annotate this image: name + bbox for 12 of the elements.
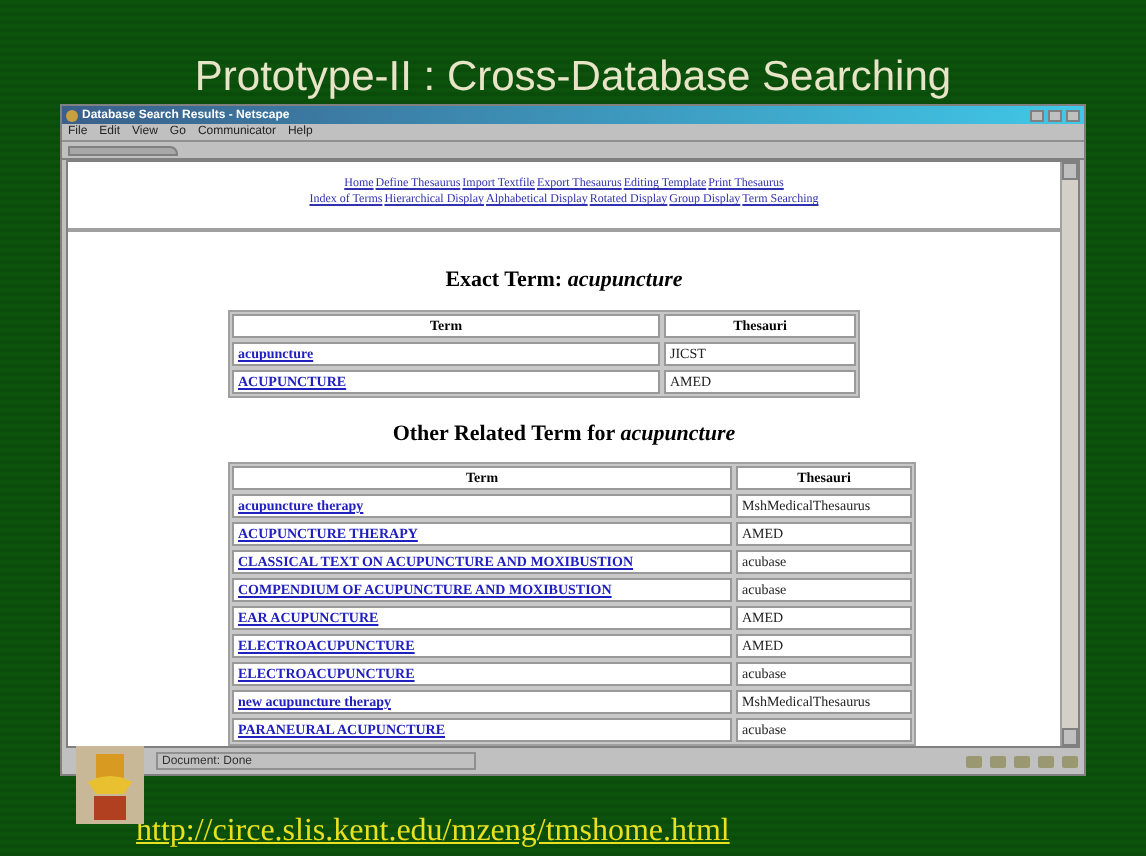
minimize-button[interactable] (1030, 109, 1044, 121)
scroll-down-button[interactable] (1062, 728, 1078, 746)
close-button[interactable] (1066, 109, 1080, 121)
section-heading: Other Related Term for acupuncture (392, 422, 736, 448)
scrollbar[interactable] (1060, 162, 1078, 746)
maximize-button[interactable] (1048, 109, 1062, 121)
scroll-up-button[interactable] (1062, 162, 1078, 180)
url-link[interactable]: http://circe.slis.kent.edu/mzeng/tmshome.html (136, 814, 730, 848)
app-icon (66, 109, 78, 121)
slide-title: Prototype-II : Cross-Database Searching (194, 52, 952, 104)
toolbar-tab[interactable] (68, 145, 178, 155)
section-heading: Exact Term: acupuncture (445, 268, 683, 294)
